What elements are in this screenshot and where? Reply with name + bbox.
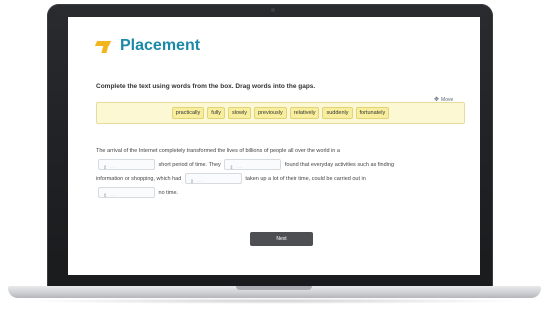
drag-handle-icon: ⇕ bbox=[103, 165, 108, 172]
next-button[interactable]: Next bbox=[250, 232, 313, 246]
webcam-icon bbox=[271, 8, 275, 12]
gap-drop-target-4[interactable]: ⇕ ····· bbox=[98, 187, 155, 199]
word-chip[interactable]: slowly bbox=[228, 107, 252, 119]
screen: Placement Complete the text using words … bbox=[68, 17, 480, 275]
gap-drop-target-1[interactable]: ⇕ ····· bbox=[98, 159, 155, 171]
passage-segment: information or shopping, which had bbox=[96, 176, 182, 182]
page-title: Placement bbox=[120, 37, 201, 54]
drag-handle-icon: ⇕ bbox=[189, 179, 195, 186]
word-chip[interactable]: fortunately bbox=[355, 107, 390, 119]
laptop-notch bbox=[236, 286, 312, 290]
word-chip[interactable]: practically bbox=[171, 107, 205, 119]
gap-drop-target-2[interactable]: ⇕ ····· bbox=[224, 159, 282, 171]
passage-segment: taken up a lot of their time, could be c… bbox=[245, 176, 366, 182]
gap-drop-target-3[interactable]: ⇕ ····· bbox=[184, 173, 242, 185]
word-chip[interactable]: previously bbox=[254, 107, 287, 119]
word-chip[interactable]: relatively bbox=[289, 107, 320, 119]
placement-logo-icon bbox=[94, 39, 114, 53]
passage-segment: The arrival of the Internet completely t… bbox=[96, 148, 340, 154]
word-bank: practically fully slowly previously rela… bbox=[96, 102, 465, 124]
passage-segment: short period of time. They bbox=[158, 162, 221, 168]
word-chip[interactable]: suddenly bbox=[322, 107, 353, 119]
passage-text: The arrival of the Internet completely t… bbox=[96, 144, 456, 200]
brand-header: Placement bbox=[94, 37, 201, 55]
question-instruction: Complete the text using words from the b… bbox=[96, 83, 316, 90]
drag-handle-icon: ⇕ bbox=[103, 193, 108, 200]
passage-segment: found that everyday activities such as f… bbox=[284, 162, 395, 168]
word-chip[interactable]: fully bbox=[207, 107, 226, 119]
passage-segment: no time. bbox=[158, 190, 179, 196]
laptop-shadow bbox=[20, 298, 529, 304]
